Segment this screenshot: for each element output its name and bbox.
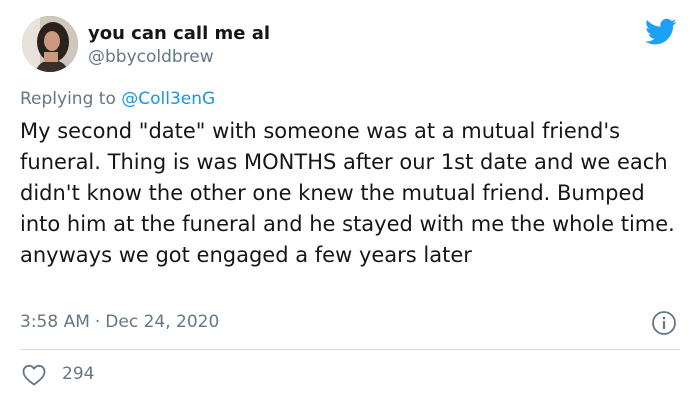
twitter-bird-icon[interactable] [645, 18, 677, 46]
replying-to: Replying to @Coll3enG [20, 89, 215, 109]
tweet-card: you can call me al @bbycoldbrew Replying… [0, 0, 700, 402]
like-count: 294 [62, 364, 95, 384]
avatar-photo [22, 16, 78, 72]
tweet-text: My second "date" with someone was at a m… [20, 119, 675, 267]
author-handle[interactable]: @bbycoldbrew [88, 47, 214, 67]
tweet-timestamp[interactable]: 3:58 AM · Dec 24, 2020 [20, 312, 219, 332]
author-display-name[interactable]: you can call me al [88, 23, 270, 44]
heart-icon[interactable] [22, 364, 46, 386]
reply-mention-link[interactable]: @Coll3enG [121, 89, 215, 109]
avatar[interactable] [22, 16, 78, 72]
tweet-time: 3:58 AM [20, 312, 90, 332]
meta-separator: · [94, 312, 101, 332]
divider [20, 349, 680, 350]
replying-to-label: Replying to [20, 89, 116, 109]
info-icon[interactable] [651, 310, 677, 336]
tweet-date: Dec 24, 2020 [105, 312, 220, 332]
